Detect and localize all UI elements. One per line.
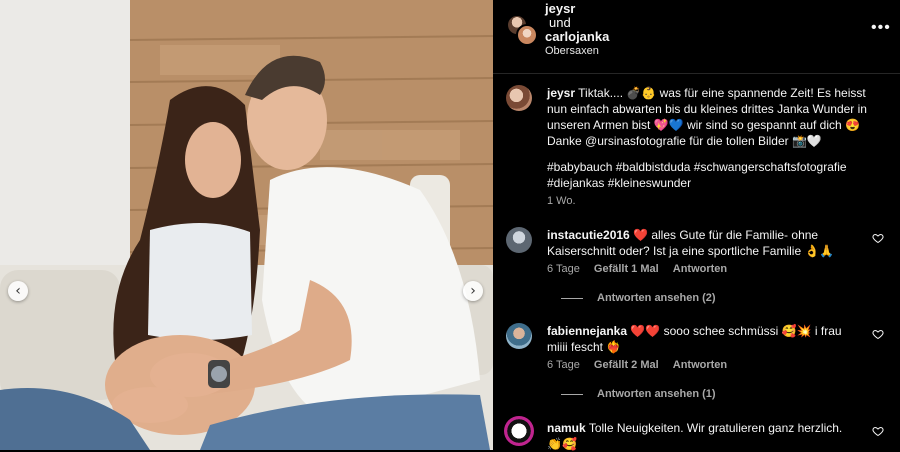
- caption-text: jeysr Tiktak.... 💣👶 was für eine spannen…: [547, 85, 872, 149]
- view-replies-button[interactable]: Antworten ansehen (2): [561, 292, 716, 304]
- heart-outline-icon[interactable]: [872, 232, 884, 244]
- header-username-1[interactable]: jeysr: [545, 1, 575, 16]
- more-options-icon[interactable]: •••: [871, 19, 891, 37]
- comment-text: fabiennejanka ❤️❤️ sooo schee schmüssi 🥰…: [547, 323, 847, 355]
- post-photo[interactable]: ‹ ›: [0, 0, 493, 450]
- post-time[interactable]: 1 Wo.: [547, 195, 576, 207]
- view-replies-button[interactable]: Antworten ansehen (1): [561, 388, 716, 400]
- comment-text: instacutie2016 ❤️ alles Gute für die Fam…: [547, 227, 847, 259]
- comment-meta: 6 Tage Gefällt 1 Mal Antworten: [547, 263, 738, 275]
- avatar[interactable]: [506, 323, 532, 349]
- avatar[interactable]: [506, 227, 532, 253]
- comment-meta: 6 Tage Gefällt 2 Mal Antworten: [547, 359, 738, 371]
- comment-username[interactable]: namuk: [547, 421, 586, 435]
- comment-username[interactable]: fabiennejanka: [547, 324, 627, 338]
- comments-panel: jeysr und carlojanka Obersaxen ••• jeysr…: [493, 0, 900, 452]
- header-location[interactable]: Obersaxen: [545, 45, 599, 57]
- comment-body: Tolle Neuigkeiten. Wir gratulieren ganz …: [547, 421, 843, 451]
- comment-text: namuk Tolle Neuigkeiten. Wir gratulieren…: [547, 420, 847, 452]
- caption-hashtags[interactable]: #babybauch #baldbistduda #schwangerschaf…: [547, 159, 877, 191]
- comment-likes[interactable]: Gefällt 1 Mal: [594, 263, 659, 275]
- header-and-text: und: [549, 15, 571, 30]
- comment-likes[interactable]: Gefällt 2 Mal: [594, 359, 659, 371]
- heart-outline-icon[interactable]: [872, 328, 884, 340]
- view-replies-label: Antworten ansehen (2): [597, 292, 716, 304]
- chevron-right-icon[interactable]: ›: [463, 281, 483, 301]
- heart-outline-icon[interactable]: [872, 425, 884, 437]
- comment-time[interactable]: 6 Tage: [547, 359, 580, 371]
- couple-photo-illustration: [0, 0, 493, 450]
- divider: [561, 297, 583, 299]
- comment-username[interactable]: instacutie2016: [547, 228, 630, 242]
- header-username-2[interactable]: carlojanka: [545, 29, 609, 44]
- caption-body: Tiktak.... 💣👶 was für eine spannende Zei…: [547, 86, 867, 148]
- avatar[interactable]: [516, 24, 538, 46]
- reply-button[interactable]: Antworten: [673, 359, 727, 371]
- avatar[interactable]: [504, 416, 534, 446]
- caption-username[interactable]: jeysr: [547, 86, 575, 100]
- view-replies-label: Antworten ansehen (1): [597, 388, 716, 400]
- post-header: jeysr und carlojanka Obersaxen •••: [493, 0, 900, 74]
- reply-button[interactable]: Antworten: [673, 263, 727, 275]
- chevron-left-icon[interactable]: ‹: [8, 281, 28, 301]
- collab-avatars[interactable]: [506, 14, 538, 46]
- avatar[interactable]: [506, 85, 532, 111]
- divider: [561, 393, 583, 395]
- comment-time[interactable]: 6 Tage: [547, 263, 580, 275]
